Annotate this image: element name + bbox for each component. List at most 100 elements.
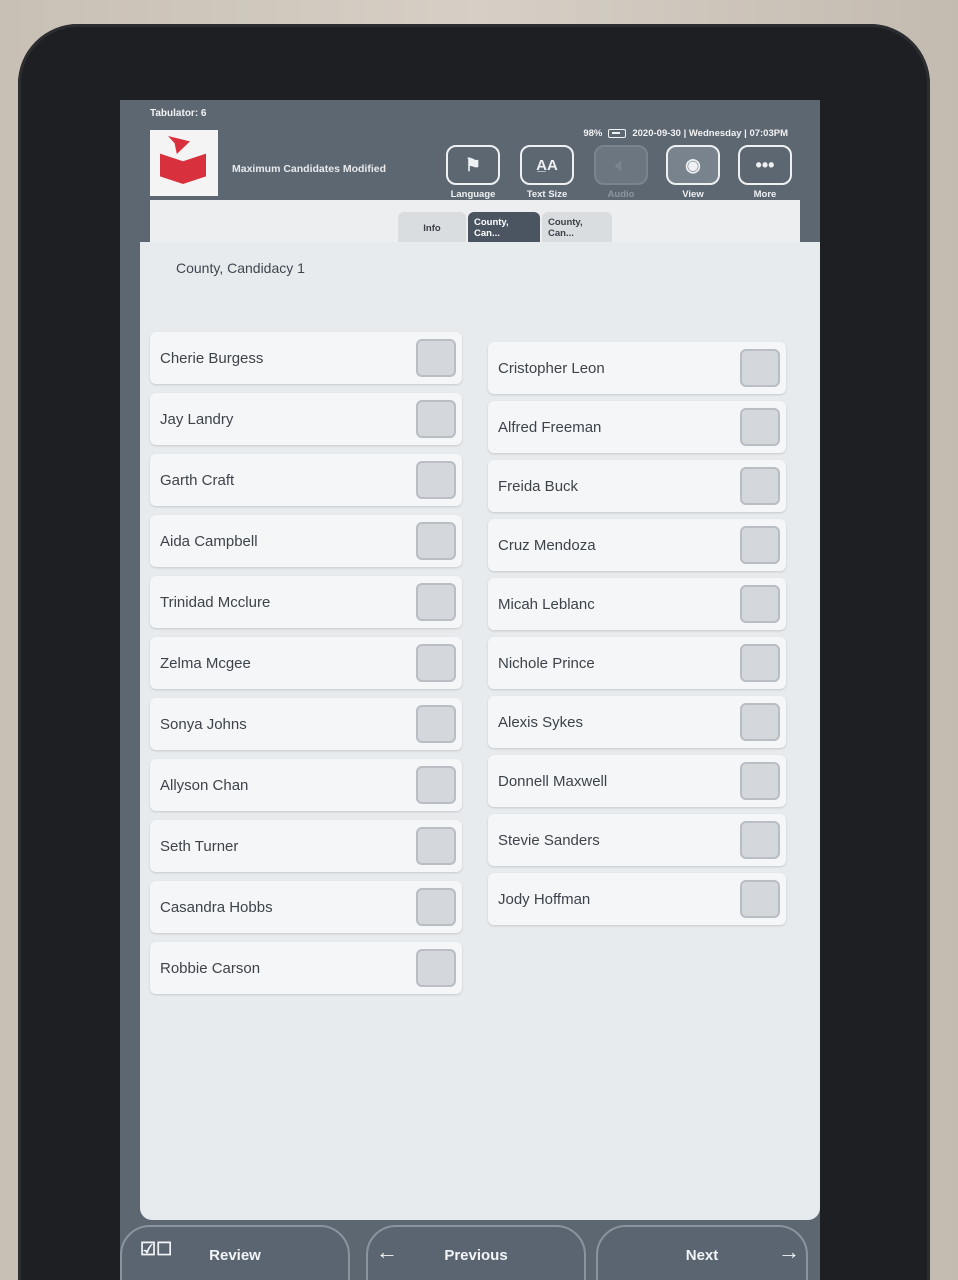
battery-icon	[608, 129, 627, 138]
arrow-left-icon: ←	[376, 1239, 398, 1264]
audio-label: Audio	[607, 189, 635, 200]
review-button[interactable]: ☑☐ Review	[120, 1225, 350, 1280]
candidate-option[interactable]: Donnell Maxwell	[488, 755, 786, 807]
candidate-name: Cherie Burgess	[160, 349, 264, 367]
candidate-name: Micah Leblanc	[498, 595, 595, 613]
candidate-option[interactable]: Cruz Mendoza	[488, 519, 786, 571]
eye-icon: ◉	[666, 145, 720, 185]
candidate-option[interactable]: Robbie Carson	[150, 942, 462, 994]
candidate-name: Nichole Prince	[498, 654, 595, 672]
candidate-name: Zelma Mcgee	[160, 654, 251, 672]
ellipsis-icon: •••	[738, 145, 792, 185]
text-size-label: Text Size	[526, 189, 568, 200]
previous-label: Previous	[444, 1246, 508, 1264]
tab-info[interactable]: Info	[398, 212, 466, 244]
candidate-option[interactable]: Jay Landry	[150, 393, 462, 445]
candidate-option[interactable]: Zelma Mcgee	[150, 637, 462, 689]
candidate-checkbox[interactable]	[740, 467, 780, 505]
candidate-name: Allyson Chan	[160, 776, 249, 794]
candidate-name: Alexis Sykes	[498, 713, 584, 731]
navigation-bar: ☑☐ Review ← Previous Next →	[120, 1225, 820, 1280]
candidate-option[interactable]: Seth Turner	[150, 820, 462, 872]
flag-icon: ⚑	[446, 145, 500, 185]
contest-title: County, Candidacy 1	[176, 260, 305, 276]
ballot-logo-flag-icon	[168, 136, 190, 154]
arrow-right-icon: →	[778, 1239, 800, 1264]
candidate-option[interactable]: Alfred Freeman	[488, 401, 786, 453]
candidate-option[interactable]: Casandra Hobbs	[150, 881, 462, 933]
candidate-name: Cruz Mendoza	[498, 536, 596, 554]
candidate-option[interactable]: Alexis Sykes	[488, 696, 786, 748]
view-button[interactable]: ◉ View	[664, 145, 722, 200]
candidate-checkbox[interactable]	[416, 888, 456, 926]
candidate-name: Seth Turner	[160, 837, 239, 855]
candidate-name: Aida Campbell	[160, 532, 258, 550]
candidate-option[interactable]: Garth Craft	[150, 454, 462, 506]
previous-button[interactable]: ← Previous	[366, 1225, 586, 1280]
candidate-option[interactable]: Aida Campbell	[150, 515, 462, 567]
candidate-name: Garth Craft	[160, 471, 235, 489]
candidate-checkbox[interactable]	[416, 339, 456, 377]
logo	[150, 130, 218, 196]
candidate-checkbox[interactable]	[416, 949, 456, 987]
battery-percent: 98%	[583, 128, 603, 139]
candidate-checkbox[interactable]	[740, 349, 780, 387]
candidate-name: Sonya Johns	[160, 715, 247, 733]
candidate-name: Jay Landry	[160, 410, 234, 428]
candidate-option[interactable]: Micah Leblanc	[488, 578, 786, 630]
candidate-checkbox[interactable]	[416, 400, 456, 438]
candidate-option[interactable]: Trinidad Mcclure	[150, 576, 462, 628]
candidate-name: Freida Buck	[498, 477, 579, 495]
candidate-checkbox[interactable]	[740, 408, 780, 446]
datetime: 2020-09-30 | Wednesday | 07:03PM	[632, 128, 788, 139]
candidate-option[interactable]: Allyson Chan	[150, 759, 462, 811]
review-label: Review	[209, 1246, 261, 1264]
language-label: Language	[450, 189, 496, 200]
screen: Tabulator: 6 98% 2020-09-30 | Wednesday …	[120, 100, 820, 1280]
candidate-name: Robbie Carson	[160, 959, 261, 977]
tabulator-label: Tabulator: 6	[150, 108, 207, 119]
candidate-option[interactable]: Cristopher Leon	[488, 342, 786, 394]
candidate-checkbox[interactable]	[740, 821, 780, 859]
audio-button[interactable]: 🔈︎ Audio	[592, 145, 650, 200]
candidate-name: Alfred Freeman	[498, 418, 602, 436]
status-bar: 98% 2020-09-30 | Wednesday | 07:03PM	[583, 128, 788, 139]
tab-county-candidacy-1[interactable]: County, Can...	[468, 212, 540, 244]
candidate-option[interactable]: Sonya Johns	[150, 698, 462, 750]
candidate-checkbox[interactable]	[416, 644, 456, 682]
candidate-name: Trinidad Mcclure	[160, 593, 271, 611]
candidate-name: Jody Hoffman	[498, 890, 591, 908]
candidate-checkbox[interactable]	[416, 827, 456, 865]
speaker-icon: 🔈︎	[594, 145, 648, 185]
candidate-checkbox[interactable]	[740, 880, 780, 918]
candidate-checkbox[interactable]	[740, 762, 780, 800]
candidate-option[interactable]: Cherie Burgess	[150, 332, 462, 384]
more-label: More	[753, 189, 777, 200]
contest-panel: County, Candidacy 1 Cherie Burgess Jay La…	[140, 242, 820, 1220]
candidate-checkbox[interactable]	[416, 766, 456, 804]
candidate-checkbox[interactable]	[416, 705, 456, 743]
candidate-name: Donnell Maxwell	[498, 772, 608, 790]
candidate-option[interactable]: Stevie Sanders	[488, 814, 786, 866]
candidate-checkbox[interactable]	[416, 583, 456, 621]
candidate-checkbox[interactable]	[740, 703, 780, 741]
candidate-name: Casandra Hobbs	[160, 898, 273, 916]
next-button[interactable]: Next →	[596, 1225, 808, 1280]
next-label: Next	[685, 1246, 719, 1264]
candidate-checkbox[interactable]	[740, 644, 780, 682]
text-size-icon: A̲A	[520, 145, 574, 185]
review-grid-icon: ☑☐	[140, 1239, 173, 1259]
contest-tab-strip: Info County, Can... County, Can...	[150, 200, 800, 244]
candidate-option[interactable]: Jody Hoffman	[488, 873, 786, 925]
language-button[interactable]: ⚑ Language	[444, 145, 502, 200]
candidate-checkbox[interactable]	[416, 522, 456, 560]
candidate-option[interactable]: Nichole Prince	[488, 637, 786, 689]
candidate-option[interactable]: Freida Buck	[488, 460, 786, 512]
candidate-checkbox[interactable]	[740, 526, 780, 564]
tab-county-candidacy-2[interactable]: County, Can...	[542, 212, 612, 244]
candidate-checkbox[interactable]	[416, 461, 456, 499]
candidate-name: Cristopher Leon	[498, 359, 605, 377]
text-size-button[interactable]: A̲A Text Size	[518, 145, 576, 200]
more-button[interactable]: ••• More	[736, 145, 794, 200]
candidate-checkbox[interactable]	[740, 585, 780, 623]
